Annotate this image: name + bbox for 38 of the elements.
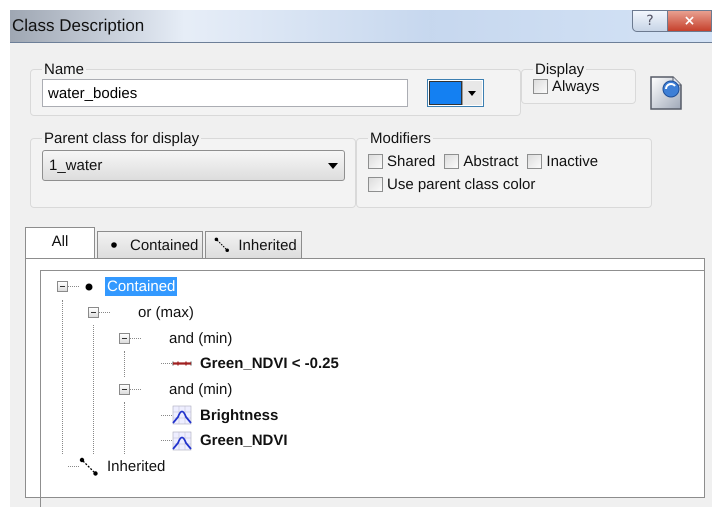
link-icon <box>214 237 230 253</box>
checkbox-label: Inactive <box>546 153 598 170</box>
tree-node[interactable]: and (min) <box>167 380 234 400</box>
group-label: Name <box>43 61 86 78</box>
collapse-icon[interactable] <box>119 384 130 396</box>
tab[interactable]: Contained <box>97 231 204 258</box>
name-field[interactable]: water_bodies <box>42 79 408 107</box>
tree-node[interactable]: or (max) <box>136 303 196 322</box>
group-label: Modifiers <box>369 130 432 147</box>
tree-node[interactable]: and (min) <box>167 328 234 348</box>
checkbox[interactable] <box>533 79 548 94</box>
checkbox[interactable] <box>527 154 542 169</box>
checkbox-label: Shared <box>387 153 436 170</box>
checkbox[interactable] <box>368 177 383 192</box>
group-label: Display <box>534 61 586 78</box>
help-button[interactable]: ? <box>632 10 668 32</box>
window-title: Class Description <box>11 16 144 36</box>
checkbox-label: Abstract <box>463 153 518 170</box>
checkbox-label: Always <box>552 78 600 95</box>
tree-node[interactable]: Green_NDVI <box>198 431 290 450</box>
bell-curve-icon <box>172 405 192 426</box>
range-bar-icon <box>172 361 192 366</box>
parent-class-dropdown[interactable]: 1_water <box>42 150 345 181</box>
tab[interactable]: All <box>25 227 95 258</box>
collapse-icon[interactable] <box>57 281 68 292</box>
checkbox-label: Use parent class color <box>387 176 536 193</box>
group-label: Parent class for display <box>43 130 200 147</box>
tab[interactable]: Inherited <box>205 231 302 258</box>
tree-node[interactable]: Inherited <box>105 457 168 476</box>
collapse-icon[interactable] <box>88 307 99 318</box>
link-icon <box>79 456 99 477</box>
checkbox[interactable] <box>368 154 383 169</box>
checkbox[interactable] <box>444 154 460 169</box>
tree-node[interactable]: Brightness <box>198 406 280 425</box>
color-picker[interactable] <box>427 78 484 106</box>
tree-node[interactable]: Green_NDVI < -0.25 <box>198 354 341 374</box>
bell-curve-icon <box>172 430 192 451</box>
collapse-icon[interactable] <box>119 332 130 344</box>
